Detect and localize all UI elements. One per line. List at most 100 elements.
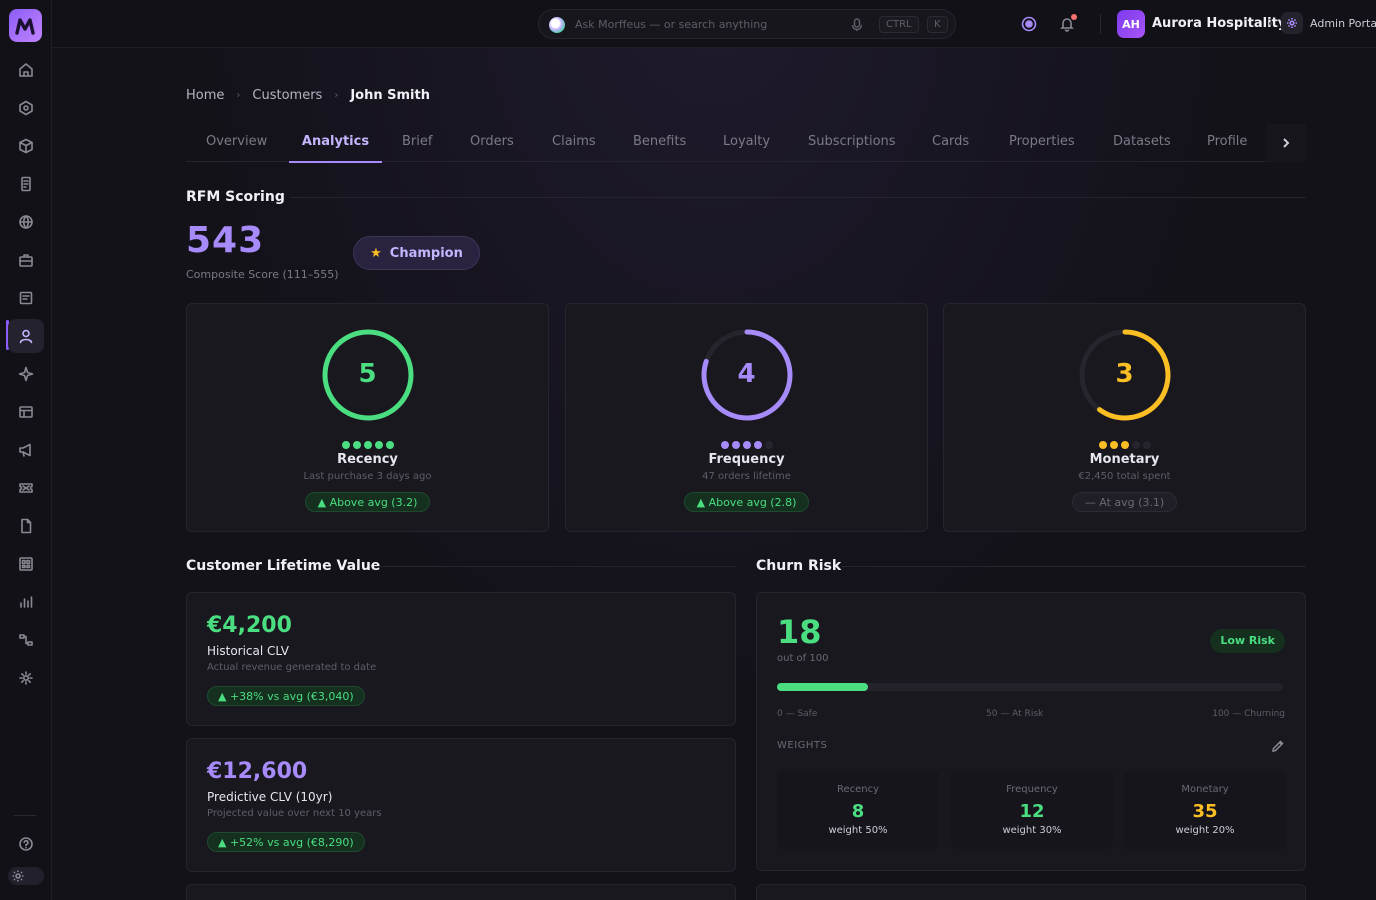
tab-bar: Overview Analytics Brief Orders Claims B… bbox=[186, 124, 1306, 163]
tab-profile[interactable]: Profile bbox=[1207, 124, 1247, 162]
kbd-ctrl: CTRL bbox=[879, 16, 919, 33]
churn-score-caption: out of 100 bbox=[777, 653, 829, 664]
comparison-pill: ▲ Above avg (3.2) bbox=[304, 492, 431, 512]
app-logo[interactable] bbox=[9, 9, 42, 42]
sidebar-item-form[interactable] bbox=[8, 281, 44, 315]
breadcrumb-customers[interactable]: Customers bbox=[252, 88, 322, 103]
sidebar-item-reports[interactable] bbox=[8, 585, 44, 619]
microphone-icon[interactable] bbox=[851, 17, 865, 31]
tab-loyalty[interactable]: Loyalty bbox=[723, 124, 770, 162]
settings-icon bbox=[19, 671, 33, 685]
assistant-button[interactable] bbox=[1017, 12, 1041, 36]
sidebar-item-table[interactable] bbox=[8, 395, 44, 429]
ticket-icon bbox=[19, 483, 33, 493]
score-dot bbox=[764, 441, 773, 449]
user-icon bbox=[19, 329, 33, 344]
sidebar-item-globe[interactable] bbox=[8, 205, 44, 239]
tab-benefits[interactable]: Benefits bbox=[633, 124, 686, 162]
tab-brief[interactable]: Brief bbox=[402, 124, 432, 162]
sidebar-item-sparkle[interactable] bbox=[8, 357, 44, 391]
score-dots bbox=[566, 434, 927, 453]
comparison-pill: ▲ Above avg (2.8) bbox=[683, 492, 810, 512]
org-avatar[interactable]: AH bbox=[1117, 10, 1145, 38]
sidebar-item-flows[interactable] bbox=[8, 623, 44, 657]
weight-value: 12 bbox=[1019, 801, 1045, 822]
edit-weights-button[interactable] bbox=[1271, 738, 1285, 752]
sidebar-item-files[interactable] bbox=[8, 509, 44, 543]
sidebar-item-grid[interactable] bbox=[8, 547, 44, 581]
tab-claims[interactable]: Claims bbox=[552, 124, 596, 162]
star-icon: ★ bbox=[370, 245, 382, 261]
section-divider bbox=[290, 197, 1306, 198]
tab-datasets[interactable]: Datasets bbox=[1113, 124, 1171, 162]
clv-title: Predictive CLV (10yr) bbox=[207, 790, 333, 804]
topbar-divider bbox=[1100, 14, 1101, 34]
sidebar-item-help[interactable] bbox=[8, 827, 44, 861]
admin-portal-link[interactable]: Admin Portal bbox=[1310, 17, 1376, 30]
breadcrumb-home[interactable]: Home bbox=[186, 88, 224, 103]
tab-orders[interactable]: Orders bbox=[470, 124, 514, 162]
churn-risk-card: 18 out of 100 Low Risk 0 — Safe 50 — At … bbox=[756, 592, 1306, 871]
sidebar-item-campaigns[interactable] bbox=[8, 433, 44, 467]
admin-portal-icon[interactable] bbox=[1281, 12, 1303, 34]
hexagon-icon bbox=[19, 100, 33, 116]
breadcrumb-current: John Smith bbox=[350, 88, 430, 103]
score-dot bbox=[731, 441, 740, 449]
form-icon bbox=[19, 291, 33, 305]
clv-section-title: Customer Lifetime Value bbox=[186, 558, 381, 574]
main-content: Home › Customers › John Smith Overview A… bbox=[52, 48, 1376, 900]
score-dots bbox=[187, 434, 548, 453]
theme-toggle[interactable] bbox=[8, 867, 44, 885]
champion-badge: ★ Champion bbox=[353, 236, 480, 270]
comparison-pill: ▲ +52% vs avg (€8,290) bbox=[207, 832, 365, 852]
sidebar-item-tickets[interactable] bbox=[8, 471, 44, 505]
rfm-card-frequency: 4 Frequency 47 orders lifetime ▲ Above a… bbox=[565, 303, 928, 532]
rfm-composite-score: 543 bbox=[186, 220, 265, 261]
org-name[interactable]: Aurora Hospitality bbox=[1152, 16, 1286, 31]
tab-cards[interactable]: Cards bbox=[932, 124, 969, 162]
clv-value: €4,200 bbox=[207, 613, 292, 638]
sidebar bbox=[0, 0, 52, 900]
sidebar-item-customers[interactable] bbox=[8, 319, 44, 353]
tab-analytics[interactable]: Analytics bbox=[289, 124, 382, 163]
weight-label: Recency bbox=[836, 784, 880, 795]
score-value: 4 bbox=[737, 359, 756, 389]
churn-card-partial bbox=[756, 884, 1306, 900]
metric-label: Frequency bbox=[708, 452, 785, 467]
score-dot bbox=[363, 441, 372, 449]
search-bar[interactable]: Ask Morffeus — or search anything CTRL K bbox=[538, 9, 956, 39]
section-divider bbox=[374, 566, 736, 567]
clv-title: Historical CLV bbox=[207, 644, 289, 658]
home-icon bbox=[19, 63, 33, 77]
tab-subscriptions[interactable]: Subscriptions bbox=[808, 124, 896, 162]
weight-value: 35 bbox=[1192, 801, 1218, 822]
help-icon bbox=[19, 837, 33, 851]
score-dot bbox=[374, 441, 383, 449]
score-dot bbox=[753, 441, 762, 449]
churn-score: 18 bbox=[777, 613, 822, 651]
champion-label: Champion bbox=[389, 245, 463, 261]
score-dot bbox=[1109, 441, 1118, 449]
score-dots bbox=[944, 434, 1305, 453]
sidebar-item-document[interactable] bbox=[8, 167, 44, 201]
scale-label-low: 0 — Safe bbox=[777, 709, 818, 719]
sidebar-item-home[interactable] bbox=[8, 53, 44, 87]
tabs-scroll-right-button[interactable] bbox=[1266, 124, 1306, 162]
churn-section-title: Churn Risk bbox=[756, 558, 842, 574]
sidebar-item-box[interactable] bbox=[8, 129, 44, 163]
file-icon bbox=[21, 518, 32, 534]
tab-overview[interactable]: Overview bbox=[206, 124, 267, 162]
predictive-clv-card: €12,600 Predictive CLV (10yr) Projected … bbox=[186, 738, 736, 872]
sidebar-item-settings[interactable] bbox=[8, 661, 44, 695]
sidebar-item-briefcase[interactable] bbox=[8, 243, 44, 277]
notifications-button[interactable] bbox=[1055, 12, 1079, 36]
megaphone-icon bbox=[19, 443, 31, 457]
clv-card-partial bbox=[186, 884, 736, 900]
churn-progress-fill bbox=[777, 683, 869, 691]
tab-properties[interactable]: Properties bbox=[1009, 124, 1075, 162]
score-dot bbox=[1098, 441, 1107, 449]
target-icon bbox=[1021, 16, 1037, 32]
sidebar-item-hexagon[interactable] bbox=[8, 91, 44, 125]
weights-heading: WEIGHTS bbox=[777, 740, 828, 751]
metric-label: Monetary bbox=[1089, 452, 1160, 467]
